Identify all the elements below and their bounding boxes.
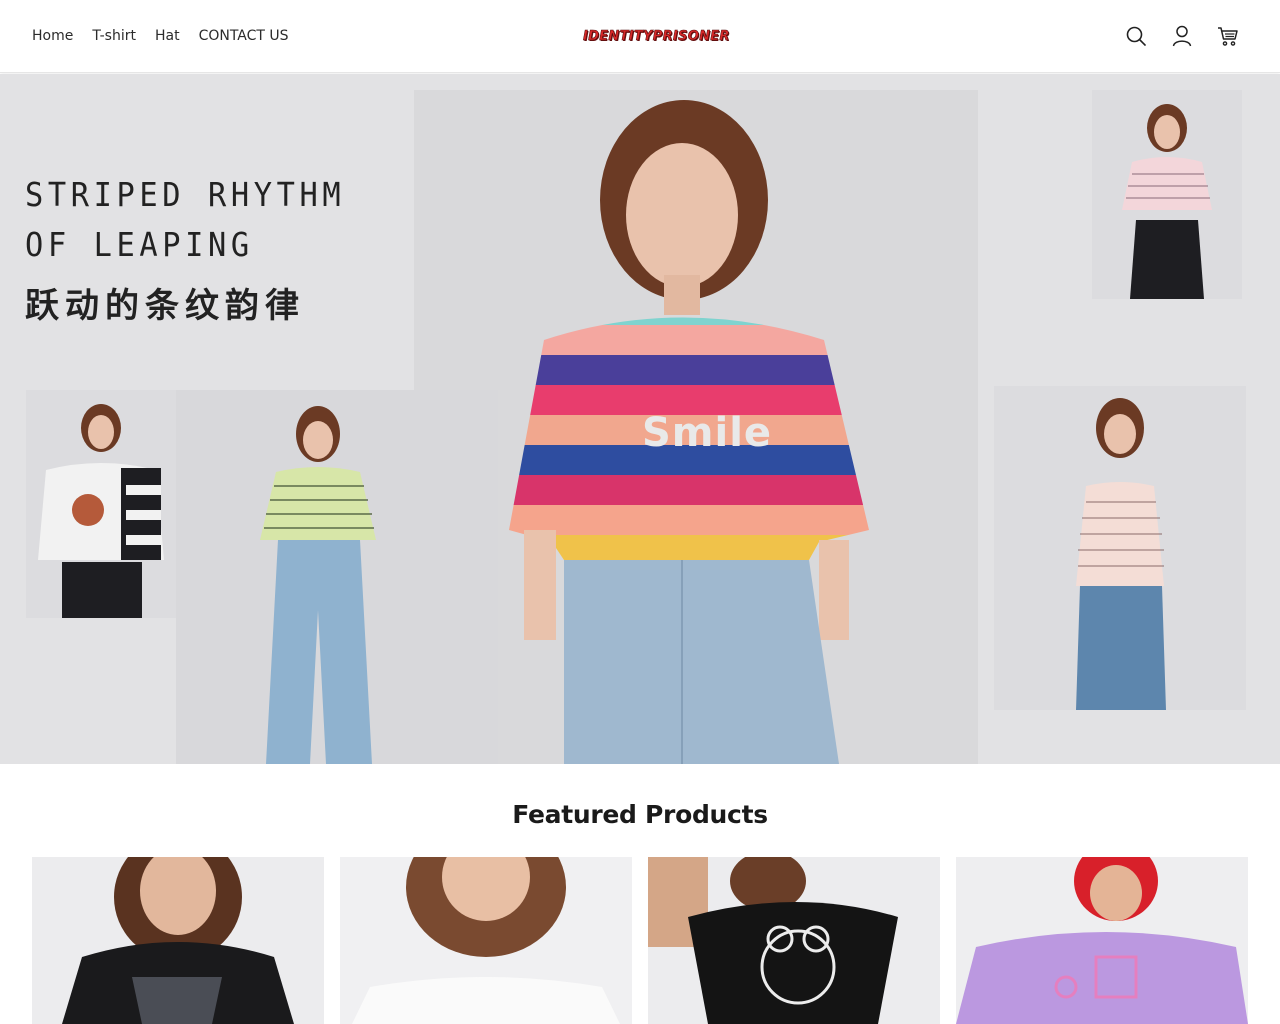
site-header: Home T-shirt Hat CONTACT US IDENTITYPRIS… <box>0 0 1280 73</box>
cart-icon[interactable] <box>1216 24 1240 48</box>
site-logo[interactable]: IDENTITYPRISONER <box>583 27 730 47</box>
hero-subtitle-cn: 跃动的条纹韵律 <box>25 286 305 326</box>
product-card[interactable] <box>956 857 1248 1024</box>
search-icon[interactable] <box>1124 24 1148 48</box>
hero-photo-top-right <box>1092 90 1242 299</box>
main-nav: Home T-shirt Hat CONTACT US <box>32 26 308 46</box>
hero-photo-bottom-left-small <box>26 390 176 618</box>
header-icons <box>1124 24 1240 48</box>
nav-tshirt[interactable]: T-shirt <box>92 26 136 46</box>
nav-home[interactable]: Home <box>32 26 73 46</box>
hero-banner[interactable]: Smile STRIPED RHYTHM OF LEAPING 跃动的条纹韵律 <box>0 74 1280 764</box>
hero-title: STRIPED RHYTHM OF LEAPING <box>25 175 346 264</box>
shirt-print-text: Smile <box>642 410 773 456</box>
product-card[interactable] <box>648 857 940 1024</box>
hero-photo-right <box>994 386 1246 710</box>
featured-products-title: Featured Products <box>512 800 768 829</box>
nav-contact[interactable]: CONTACT US <box>199 26 289 46</box>
featured-products-grid <box>32 857 1248 1024</box>
product-card[interactable] <box>32 857 324 1024</box>
account-icon[interactable] <box>1170 24 1194 48</box>
hero-photo-bottom-left-large <box>176 390 498 764</box>
nav-hat[interactable]: Hat <box>155 26 180 46</box>
product-card[interactable] <box>340 857 632 1024</box>
